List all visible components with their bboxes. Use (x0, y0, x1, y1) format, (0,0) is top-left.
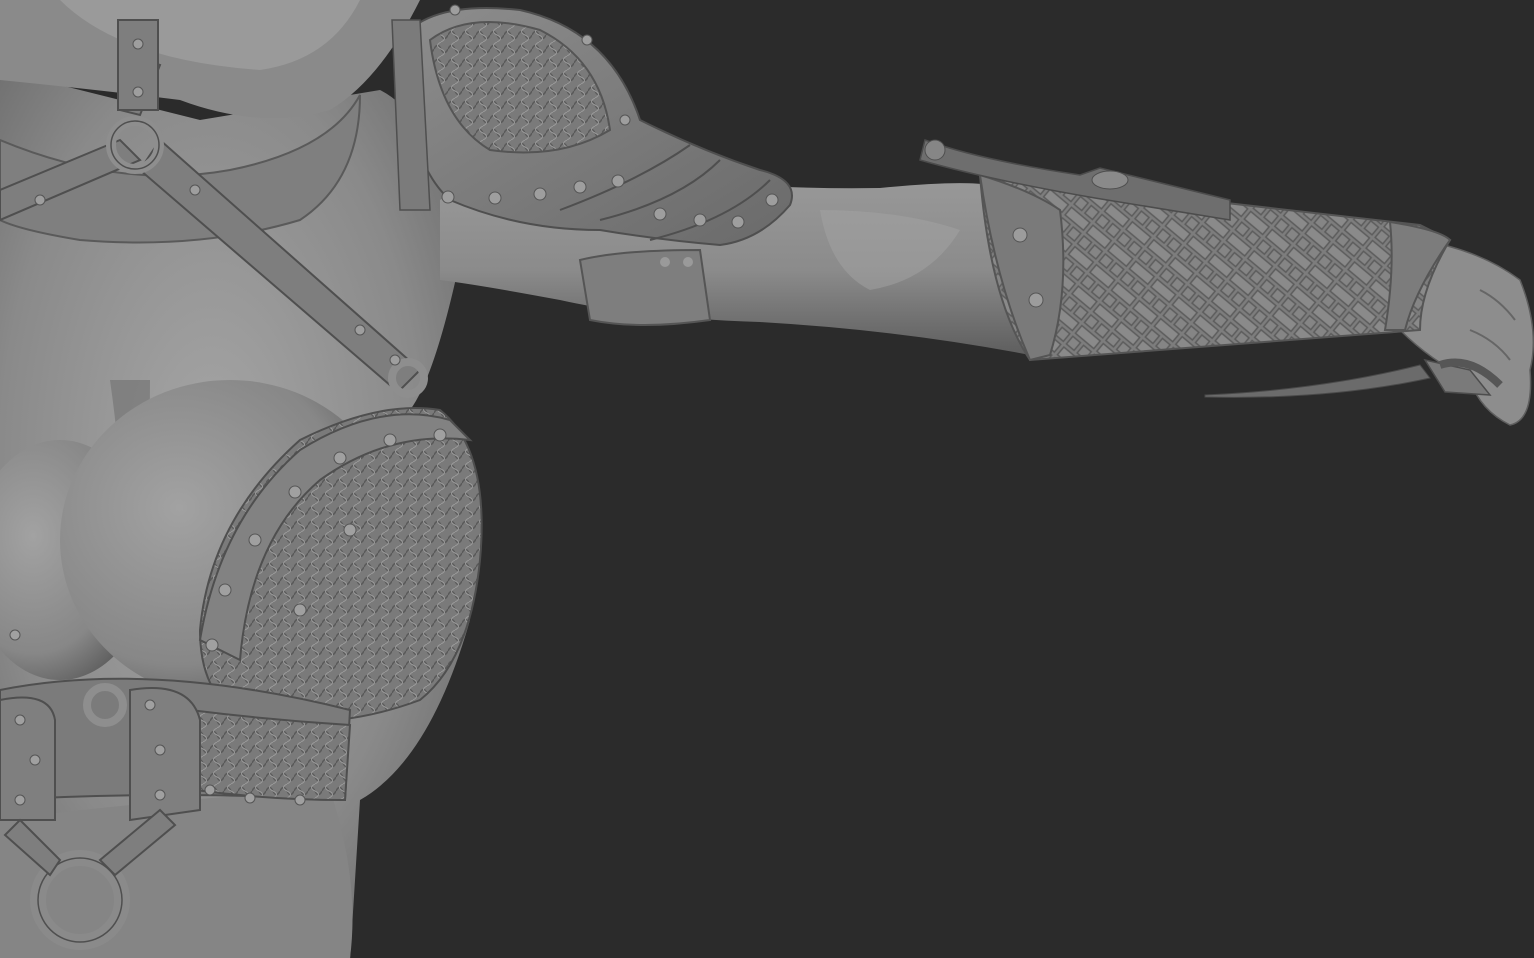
3d-viewport[interactable] (0, 0, 1534, 958)
sculpt-render (0, 0, 1534, 958)
